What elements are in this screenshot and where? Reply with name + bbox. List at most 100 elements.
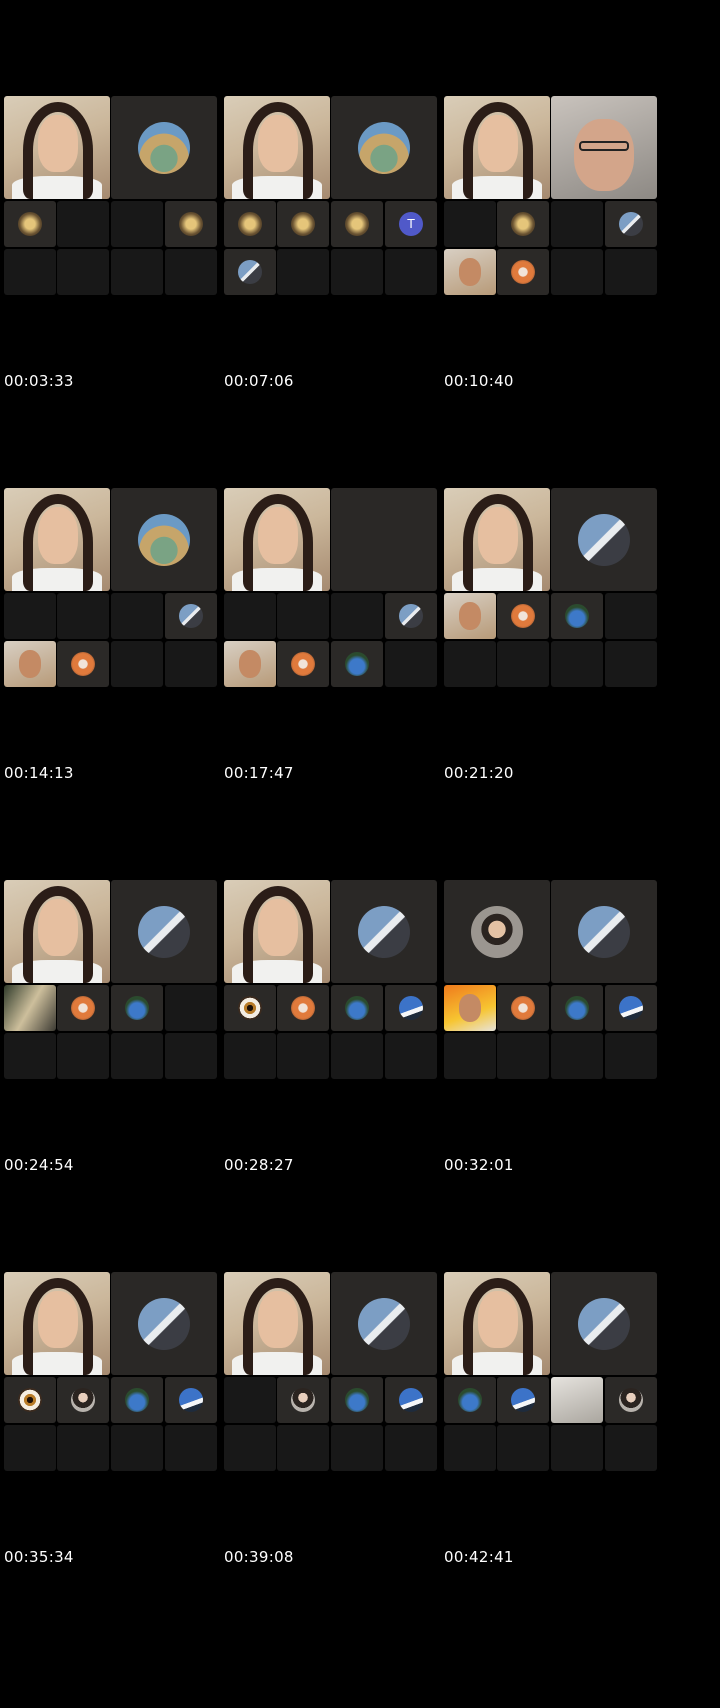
avatar <box>578 905 630 958</box>
participant-tile[interactable] <box>497 985 549 1031</box>
participant-tile[interactable] <box>331 201 383 247</box>
participant-tile[interactable] <box>4 201 56 247</box>
participant-video-main[interactable] <box>4 488 110 591</box>
participant-tile[interactable] <box>497 201 549 247</box>
timestamp: 00:39:08 <box>224 1548 294 1566</box>
participant-tile[interactable] <box>551 593 603 639</box>
participant-video-main[interactable] <box>4 1272 110 1375</box>
video-grid <box>4 1272 240 1490</box>
participant-tile[interactable] <box>165 593 217 639</box>
participant-video-main[interactable] <box>444 1272 550 1375</box>
participant-tile[interactable]: T <box>385 201 437 247</box>
participant-video-main[interactable] <box>224 1272 330 1375</box>
participant-tile[interactable] <box>331 880 437 983</box>
empty-tile <box>165 641 217 687</box>
participant-video[interactable] <box>444 985 496 1031</box>
timestamp: 00:24:54 <box>4 1156 74 1174</box>
participant-tile[interactable] <box>331 985 383 1031</box>
participant-tile[interactable] <box>331 1377 383 1423</box>
avatar <box>511 212 535 236</box>
participant-video[interactable] <box>551 1377 603 1423</box>
participant-tile[interactable] <box>605 201 657 247</box>
empty-tile <box>277 249 329 295</box>
participant-tile[interactable] <box>277 201 329 247</box>
participant-tile[interactable] <box>385 985 437 1031</box>
empty-tile <box>444 1033 496 1079</box>
participant-tile[interactable] <box>444 880 550 983</box>
participant-tile[interactable] <box>57 641 109 687</box>
empty-tile <box>4 249 56 295</box>
participant-tile[interactable] <box>111 96 217 199</box>
participant-video[interactable] <box>224 641 276 687</box>
participant-tile[interactable] <box>111 1272 217 1375</box>
participant-tile[interactable] <box>551 1272 657 1375</box>
participant-tile[interactable] <box>385 593 437 639</box>
participant-video[interactable] <box>4 985 56 1031</box>
participant-tile[interactable] <box>551 880 657 983</box>
participant-tile[interactable] <box>331 488 437 591</box>
participant-video-main[interactable] <box>224 488 330 591</box>
empty-tile <box>165 985 217 1031</box>
empty-tile <box>57 593 109 639</box>
participant-video[interactable] <box>444 249 496 295</box>
participant-video[interactable] <box>444 593 496 639</box>
empty-tile <box>165 1425 217 1471</box>
participant-tile[interactable] <box>111 985 163 1031</box>
participant-tile[interactable] <box>224 249 276 295</box>
participant-video-main[interactable] <box>4 880 110 983</box>
empty-tile <box>57 1425 109 1471</box>
empty-tile <box>224 1377 276 1423</box>
participant-tile[interactable] <box>497 249 549 295</box>
participant-tile[interactable] <box>165 1377 217 1423</box>
participant-tile[interactable] <box>111 1377 163 1423</box>
participant-tile[interactable] <box>331 96 437 199</box>
empty-tile <box>551 641 603 687</box>
participant-tile[interactable] <box>277 985 329 1031</box>
participant-tile[interactable] <box>497 593 549 639</box>
participant-tile[interactable] <box>111 488 217 591</box>
avatar <box>399 996 423 1020</box>
participant-tile[interactable] <box>277 641 329 687</box>
participant-tile[interactable] <box>111 880 217 983</box>
empty-tile <box>331 1425 383 1471</box>
participant-video-main[interactable] <box>224 880 330 983</box>
participant-tile[interactable] <box>277 1377 329 1423</box>
timestamp: 00:42:41 <box>444 1548 514 1566</box>
participant-video[interactable] <box>551 96 657 199</box>
participant-tile[interactable] <box>444 1377 496 1423</box>
participant-tile[interactable] <box>224 201 276 247</box>
participant-video-main[interactable] <box>444 488 550 591</box>
participant-tile[interactable] <box>4 1377 56 1423</box>
participant-video-main[interactable] <box>224 96 330 199</box>
participant-tile[interactable] <box>497 1377 549 1423</box>
empty-tile <box>57 201 109 247</box>
empty-tile <box>385 641 437 687</box>
timestamp: 00:14:13 <box>4 764 74 782</box>
empty-tile <box>605 1425 657 1471</box>
participant-video-main[interactable] <box>4 96 110 199</box>
participant-tile[interactable] <box>385 1377 437 1423</box>
empty-tile <box>57 249 109 295</box>
participant-video-main[interactable] <box>444 96 550 199</box>
empty-tile <box>165 1033 217 1079</box>
participant-tile[interactable] <box>57 1377 109 1423</box>
participant-video[interactable] <box>4 641 56 687</box>
participant-tile[interactable] <box>551 985 603 1031</box>
avatar <box>125 1388 149 1412</box>
empty-tile <box>57 1033 109 1079</box>
participant-tile[interactable] <box>551 488 657 591</box>
participant-tile[interactable] <box>224 985 276 1031</box>
participant-tile[interactable] <box>331 641 383 687</box>
avatar <box>238 212 262 236</box>
video-grid: T <box>224 96 460 314</box>
participant-tile[interactable] <box>605 985 657 1031</box>
participant-tile[interactable] <box>605 1377 657 1423</box>
empty-tile <box>444 201 496 247</box>
avatar <box>399 1388 423 1412</box>
participant-tile[interactable] <box>331 1272 437 1375</box>
participant-tile[interactable] <box>57 985 109 1031</box>
eye-icon <box>18 1388 42 1412</box>
empty-tile <box>224 593 276 639</box>
avatar <box>578 513 630 566</box>
participant-tile[interactable] <box>165 201 217 247</box>
